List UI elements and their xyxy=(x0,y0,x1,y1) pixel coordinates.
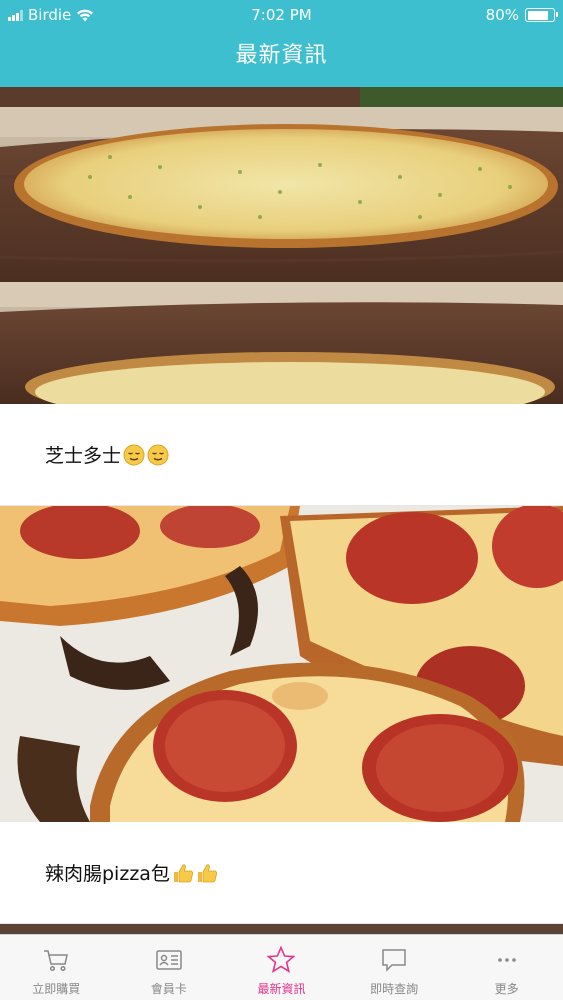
tab-label: 立即購買 xyxy=(32,982,81,996)
relieved-face-icon xyxy=(123,444,145,465)
tab-label: 最新資訊 xyxy=(257,982,306,996)
tab-bar: 立即購買 會員卡 最新資訊 即時查詢 更多 xyxy=(0,934,563,1000)
battery-group: 80% xyxy=(485,6,558,24)
star-icon xyxy=(266,945,297,974)
battery-icon xyxy=(525,8,558,22)
status-time: 7:02 PM xyxy=(251,6,312,24)
more-dots-icon xyxy=(497,958,516,962)
battery-percent: 80% xyxy=(485,6,519,24)
thumbs-up-icon xyxy=(197,863,217,882)
tab-buy-now[interactable]: 立即購買 xyxy=(0,935,113,1000)
chat-bubble-icon xyxy=(382,949,406,972)
thumbs-up-icon xyxy=(173,863,193,882)
relieved-face-icon xyxy=(147,444,169,465)
news-post[interactable] xyxy=(0,924,563,934)
tab-more[interactable]: 更多 xyxy=(450,935,563,1000)
tab-label: 會員卡 xyxy=(150,982,187,996)
page-title: 最新資訊 xyxy=(235,43,328,68)
status-bar: Birdie 7:02 PM 80% xyxy=(0,0,563,30)
tab-latest-news[interactable]: 最新資訊 xyxy=(225,935,338,1000)
post-caption: 芝士多士 xyxy=(0,404,563,506)
post-image[interactable] xyxy=(0,924,563,934)
post-image-pepperoni-pizza[interactable] xyxy=(0,506,563,822)
tab-label: 即時查詢 xyxy=(370,982,419,996)
member-card-icon xyxy=(156,950,182,970)
nav-header: 最新資訊 xyxy=(0,30,563,87)
post-caption-text: 辣肉腸pizza包 xyxy=(45,863,170,885)
news-post[interactable]: 辣肉腸pizza包 xyxy=(0,506,563,924)
news-post[interactable]: 芝士多士 xyxy=(0,87,563,506)
post-caption: 辣肉腸pizza包 xyxy=(0,822,563,924)
post-caption-text: 芝士多士 xyxy=(45,445,122,467)
tab-member-card[interactable]: 會員卡 xyxy=(113,935,226,1000)
tab-label: 更多 xyxy=(494,982,519,996)
cart-icon xyxy=(44,950,69,972)
news-feed[interactable]: 芝士多士 辣肉腸pizza包 xyxy=(0,87,563,934)
post-image-cheese-toast[interactable] xyxy=(0,87,563,404)
tab-live-enquiry[interactable]: 即時查詢 xyxy=(338,935,451,1000)
